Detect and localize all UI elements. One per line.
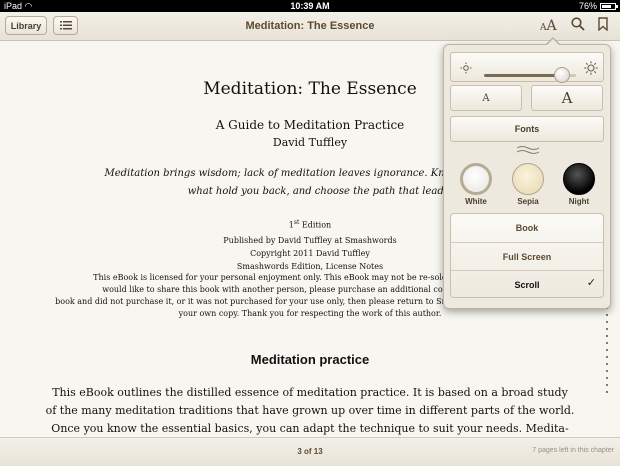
checkmark-icon: ✓ — [586, 277, 596, 289]
brightness-control — [450, 52, 604, 83]
bookmark-button[interactable] — [598, 17, 608, 36]
mode-book[interactable]: Book — [451, 214, 603, 242]
theme-sepia-button[interactable] — [512, 163, 544, 195]
license-line: your own copy. Thank you for respecting … — [178, 309, 442, 318]
font-size-icon: AA — [540, 18, 557, 34]
theme-sepia-label: Sepia — [517, 197, 539, 206]
page-footer: 3 of 13 7 pages left in this chapter — [0, 437, 620, 466]
theme-white-label: White — [465, 197, 487, 206]
section-heading: Meditation practice — [250, 352, 370, 367]
brightness-track[interactable] — [484, 74, 563, 77]
brightness-slider-knob[interactable] — [554, 67, 571, 83]
battery-icon — [600, 2, 618, 10]
body-line: of the many meditation traditions that h… — [45, 404, 575, 417]
mode-scroll[interactable]: Scroll — [451, 270, 603, 299]
search-icon — [571, 17, 585, 31]
search-button[interactable] — [571, 17, 585, 36]
brightness-high-icon — [584, 61, 598, 75]
font-size-button[interactable]: AA — [540, 15, 557, 34]
body-line: Once you know the essential basics, you … — [51, 422, 569, 435]
fonts-button[interactable]: Fonts — [450, 116, 604, 142]
reader-toolbar: Meditation: The Essence Library AA — [0, 12, 620, 41]
display-settings-popover: A A Fonts White Sepia Night Book Full Sc… — [443, 44, 611, 309]
increase-font-button[interactable]: A — [531, 85, 603, 111]
brightness-low-icon — [460, 62, 472, 74]
status-bar: iPad ◠ 10:39 AM 76% — [0, 0, 620, 12]
page-indicator: 3 of 13 — [297, 447, 323, 456]
battery-percent: 76% — [578, 1, 597, 11]
library-button[interactable]: Library — [5, 16, 47, 35]
status-time: 10:39 AM — [290, 1, 330, 11]
view-mode-list: Book Full Screen Scroll ✓ — [450, 213, 604, 298]
list-icon — [59, 21, 72, 30]
divider-ornament-icon — [516, 146, 540, 154]
bookmark-icon — [598, 17, 608, 32]
theme-night-label: Night — [568, 197, 590, 206]
body-line: This eBook outlines the distilled essenc… — [52, 386, 568, 399]
theme-night-button[interactable] — [563, 163, 595, 195]
theme-white-button[interactable] — [460, 163, 492, 195]
pages-left-label: 7 pages left in this chapter — [532, 447, 614, 454]
scroll-position-indicator[interactable] — [606, 300, 609, 398]
book-title-header: Meditation: The Essence — [245, 20, 375, 32]
table-of-contents-button[interactable] — [53, 16, 78, 35]
mode-full-screen[interactable]: Full Screen — [451, 242, 603, 271]
decrease-font-button[interactable]: A — [450, 85, 522, 111]
